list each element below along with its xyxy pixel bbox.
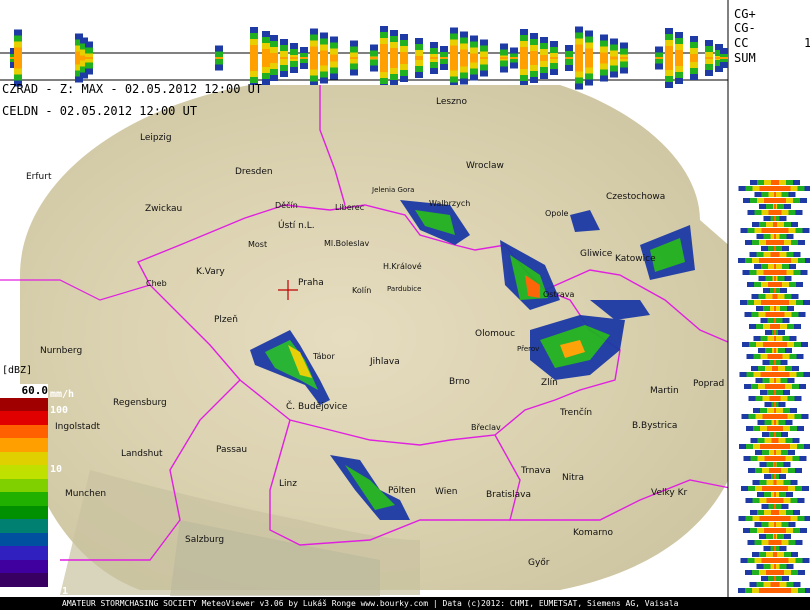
city-label: Trenčín xyxy=(560,408,593,418)
city-label: Nitra xyxy=(562,473,584,483)
city-label: Landshut xyxy=(121,449,163,459)
city-label: B.Bystrica xyxy=(632,421,678,431)
city-label: Přerov xyxy=(517,345,540,353)
stat-value: 17 xyxy=(804,36,810,50)
city-label: Komarno xyxy=(573,528,613,538)
city-label: Ml.Boleslav xyxy=(324,239,370,248)
city-label: Walbrzych xyxy=(429,199,471,208)
city-label: K.Vary xyxy=(196,267,225,277)
legend-swatch xyxy=(0,573,48,587)
city-label: Jelenia Gora xyxy=(372,186,415,194)
city-label: Brno xyxy=(449,377,470,387)
stat-cg-minus: CG- 49 xyxy=(734,21,756,35)
rain-rate-label: 1 xyxy=(50,525,57,536)
legend-rain-unit: mm/h xyxy=(50,389,75,400)
city-label: Děčín xyxy=(275,201,298,210)
city-label: H.Králové xyxy=(383,262,422,271)
city-label: Trnava xyxy=(521,466,551,476)
legend-unit: [dBZ] xyxy=(2,365,33,376)
stat-value: 49 xyxy=(786,21,810,35)
city-label: Liberec xyxy=(335,203,365,212)
stat-label: SUM xyxy=(734,51,756,65)
legend-swatch xyxy=(0,519,48,533)
stat-sum: SUM 68 xyxy=(734,51,756,65)
legend-swatch xyxy=(0,397,48,412)
city-label: Dresden xyxy=(235,167,273,177)
stat-value: 68 xyxy=(786,51,810,65)
city-label: Czestochowa xyxy=(606,192,666,202)
city-label: Leipzig xyxy=(140,133,172,143)
city-label: Ostrava xyxy=(543,290,575,299)
city-label: Győr xyxy=(528,558,550,568)
city-label: Wroclaw xyxy=(466,161,504,171)
rain-rate-label: 100 xyxy=(50,405,69,416)
legend-swatch xyxy=(0,546,48,560)
city-label: Munchen xyxy=(65,489,107,499)
legend-swatch: 60.0 xyxy=(0,384,48,398)
stat-value: 2 xyxy=(786,7,810,21)
city-label: Leszno xyxy=(436,97,468,107)
legend-swatch xyxy=(0,438,48,452)
radar-product-title: CZRAD - Z: MAX - 02.05.2012 12:00 UT xyxy=(2,82,263,96)
rain-rate-label: 10 xyxy=(50,464,63,475)
city-label: Pölten xyxy=(388,486,416,496)
city-label: Martin xyxy=(650,386,679,396)
stat-cc: CC 17 xyxy=(734,36,810,50)
city-label: Gliwice xyxy=(580,249,613,259)
credits-text: AMATEUR STORMCHASING SOCIETY MeteoViewer… xyxy=(62,599,679,608)
legend-swatch xyxy=(0,465,48,479)
city-label: Č. Budějovice xyxy=(286,402,348,412)
credits-footer: AMATEUR STORMCHASING SOCIETY MeteoViewer… xyxy=(0,597,810,610)
lightning-product-title: CELDN - 02.05.2012 12:00 UT xyxy=(2,104,198,118)
legend-swatch xyxy=(0,492,48,506)
city-label: Zlín xyxy=(541,378,558,388)
city-label: Salzburg xyxy=(185,535,225,545)
city-label: Poprad xyxy=(693,379,725,389)
city-label: Opole xyxy=(545,209,569,218)
stat-label: CG- xyxy=(734,21,756,35)
vertical-profile xyxy=(738,180,810,593)
city-label: Velky Kr xyxy=(651,488,688,498)
city-label: Ingolstadt xyxy=(55,422,101,432)
legend-swatch xyxy=(0,505,48,520)
city-label: Ústí n.L. xyxy=(278,221,315,231)
stat-label: CC xyxy=(734,36,749,50)
legend-swatch xyxy=(0,532,48,547)
city-label: Regensburg xyxy=(113,398,167,408)
city-label: Erfurt xyxy=(26,172,52,182)
legend-swatch xyxy=(0,424,48,439)
city-label: Linz xyxy=(279,479,297,489)
city-label: Katowice xyxy=(615,254,656,264)
legend-swatch xyxy=(0,478,48,493)
city-label: Passau xyxy=(216,445,248,455)
city-label: Břeclav xyxy=(471,423,501,432)
legend-swatch xyxy=(0,411,48,425)
city-label: Most xyxy=(248,240,268,249)
city-label: Nurnberg xyxy=(40,346,83,356)
rain-rate-label: 0.1 xyxy=(50,586,69,597)
city-label: Bratislava xyxy=(486,490,531,500)
city-label: Praha xyxy=(298,278,324,288)
city-label: Tábor xyxy=(313,352,335,361)
stat-label: CG+ xyxy=(734,7,756,21)
legend-swatch xyxy=(0,451,48,466)
city-label: Kolín xyxy=(352,286,372,295)
city-label: Wien xyxy=(435,487,458,497)
city-label: Plzeň xyxy=(214,315,238,325)
city-label: Jihlava xyxy=(370,357,400,367)
stat-cg-plus: CG+ 2 xyxy=(734,7,756,21)
city-label: Cheb xyxy=(146,279,167,288)
city-label: Pardubice xyxy=(387,285,422,293)
legend-swatch xyxy=(0,559,48,574)
city-label: Zwickau xyxy=(145,204,183,214)
city-label: Olomouc xyxy=(475,329,516,339)
